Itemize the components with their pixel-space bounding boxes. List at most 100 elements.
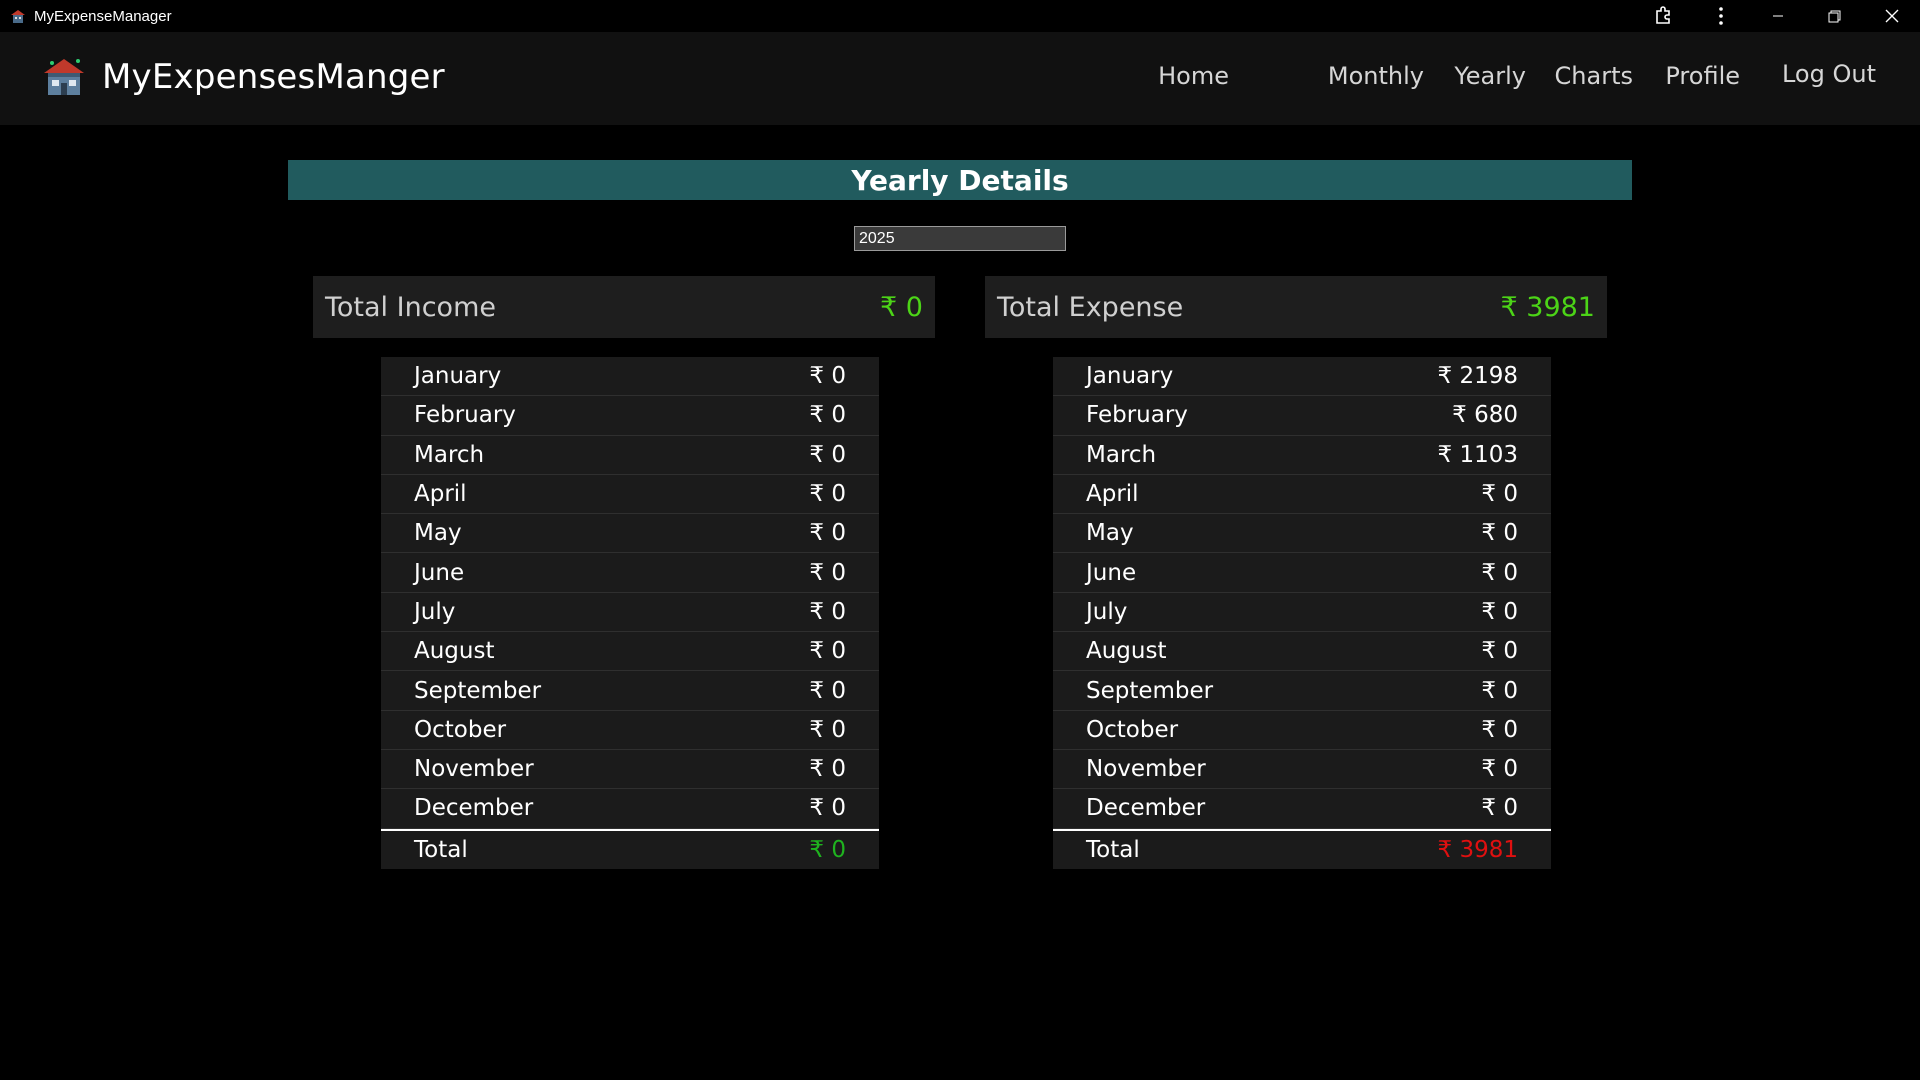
nav-home[interactable]: Home <box>1158 62 1229 90</box>
month-name: October <box>414 716 507 743</box>
month-amount: ₹ 0 <box>809 677 846 704</box>
income-total-label: Total <box>414 836 468 863</box>
month-amount: ₹ 0 <box>1481 481 1518 508</box>
month-amount: ₹ 0 <box>809 363 846 390</box>
total-income-label: Total Income <box>325 291 496 323</box>
month-name: September <box>414 677 542 704</box>
month-name: October <box>1086 716 1179 743</box>
expense-total-row: Total ₹ 3981 <box>1053 828 1551 869</box>
table-row: October ₹ 0 <box>381 711 879 750</box>
app-house-icon <box>11 10 25 23</box>
month-amount: ₹ 0 <box>809 756 846 783</box>
month-name: April <box>414 481 467 508</box>
nav-yearly[interactable]: Yearly <box>1454 62 1526 90</box>
table-row: November ₹ 0 <box>1053 750 1551 790</box>
month-amount: ₹ 0 <box>809 441 846 468</box>
month-amount: ₹ 0 <box>809 520 846 547</box>
nav-monthly[interactable]: Monthly <box>1328 62 1424 90</box>
table-row: July ₹ 0 <box>381 593 879 633</box>
table-row: February ₹ 680 <box>1053 396 1551 436</box>
table-row: December ₹ 0 <box>1053 789 1551 829</box>
month-amount: ₹ 0 <box>1481 598 1518 625</box>
month-name: January <box>414 363 502 390</box>
month-amount: ₹ 0 <box>809 559 846 586</box>
close-icon[interactable] <box>1863 0 1920 32</box>
brand[interactable]: MyExpensesManger <box>42 55 445 99</box>
month-amount: ₹ 0 <box>809 795 846 822</box>
month-name: December <box>1086 795 1206 822</box>
table-row: March ₹ 1103 <box>1053 436 1551 475</box>
month-amount: ₹ 0 <box>1481 559 1518 586</box>
month-amount: ₹ 0 <box>809 481 846 508</box>
month-amount: ₹ 0 <box>1481 677 1518 704</box>
month-name: May <box>1086 520 1134 547</box>
month-name: April <box>1086 481 1139 508</box>
nav-profile[interactable]: Profile <box>1665 62 1740 90</box>
month-name: June <box>414 559 465 586</box>
restore-icon[interactable] <box>1806 0 1863 32</box>
table-row: August ₹ 0 <box>1053 632 1551 672</box>
income-month-table: January ₹ 0 February ₹ 0 March ₹ 0 April ₹ 0 May… <box>381 357 879 869</box>
income-total-row: Total ₹ 0 <box>381 828 879 869</box>
total-income-amount: ₹ 0 <box>880 291 923 323</box>
app-header: MyExpensesManger Home Monthly Yearly Cha… <box>0 32 1920 125</box>
total-expense-card: Total Expense ₹ 3981 <box>985 276 1607 338</box>
month-amount: ₹ 2198 <box>1437 363 1518 390</box>
app-name: MyExpensesManger <box>102 57 445 97</box>
expense-total-label: Total <box>1086 836 1140 863</box>
table-row: July ₹ 0 <box>1053 593 1551 633</box>
month-name: July <box>1086 598 1128 625</box>
month-name: May <box>414 520 462 547</box>
table-row: June ₹ 0 <box>1053 553 1551 593</box>
page-title: Yearly Details <box>851 163 1069 197</box>
table-row: February ₹ 0 <box>381 396 879 436</box>
table-row: June ₹ 0 <box>381 553 879 593</box>
table-row: May ₹ 0 <box>381 514 879 554</box>
table-row: January ₹ 2198 <box>1053 357 1551 397</box>
nav-logout[interactable]: Log Out <box>1782 60 1876 88</box>
table-row: August ₹ 0 <box>381 632 879 672</box>
table-row: December ₹ 0 <box>381 789 879 829</box>
table-row: April ₹ 0 <box>1053 475 1551 515</box>
expense-total-value: ₹ 3981 <box>1437 836 1518 863</box>
month-amount: ₹ 0 <box>1481 638 1518 665</box>
total-expense-amount: ₹ 3981 <box>1500 291 1595 323</box>
month-name: November <box>414 756 534 783</box>
month-amount: ₹ 680 <box>1452 402 1518 429</box>
table-row: January ₹ 0 <box>381 357 879 397</box>
extensions-icon[interactable] <box>1635 0 1692 32</box>
month-amount: ₹ 0 <box>1481 520 1518 547</box>
year-input[interactable] <box>854 226 1066 251</box>
month-name: January <box>1086 363 1174 390</box>
month-name: December <box>414 795 534 822</box>
house-logo-icon <box>44 59 84 95</box>
nav-charts[interactable]: Charts <box>1555 62 1633 90</box>
month-amount: ₹ 0 <box>809 598 846 625</box>
more-vertical-icon[interactable] <box>1692 0 1749 32</box>
table-row: November ₹ 0 <box>381 750 879 790</box>
month-amount: ₹ 0 <box>809 716 846 743</box>
table-row: October ₹ 0 <box>1053 711 1551 750</box>
total-expense-label: Total Expense <box>997 291 1184 323</box>
table-row: March ₹ 0 <box>381 436 879 475</box>
income-rows: January ₹ 0 February ₹ 0 March ₹ 0 April ₹ 0 May… <box>381 357 879 829</box>
table-row: May ₹ 0 <box>1053 514 1551 554</box>
window-title: MyExpenseManager <box>34 7 172 25</box>
income-total-value: ₹ 0 <box>809 836 846 863</box>
month-amount: ₹ 1103 <box>1437 441 1518 468</box>
month-amount: ₹ 0 <box>1481 756 1518 783</box>
table-row: April ₹ 0 <box>381 475 879 515</box>
table-row: September ₹ 0 <box>381 671 879 711</box>
month-name: August <box>1086 638 1167 665</box>
month-amount: ₹ 0 <box>1481 795 1518 822</box>
month-name: February <box>1086 402 1188 429</box>
month-name: July <box>414 598 456 625</box>
month-amount: ₹ 0 <box>809 402 846 429</box>
minimize-icon[interactable] <box>1749 0 1806 32</box>
expense-month-table: January ₹ 2198 February ₹ 680 March ₹ 1103 Apr… <box>1053 357 1551 869</box>
month-name: November <box>1086 756 1206 783</box>
month-name: June <box>1086 559 1137 586</box>
window-titlebar: MyExpenseManager <box>0 0 1920 32</box>
month-name: March <box>414 441 485 468</box>
month-amount: ₹ 0 <box>809 638 846 665</box>
